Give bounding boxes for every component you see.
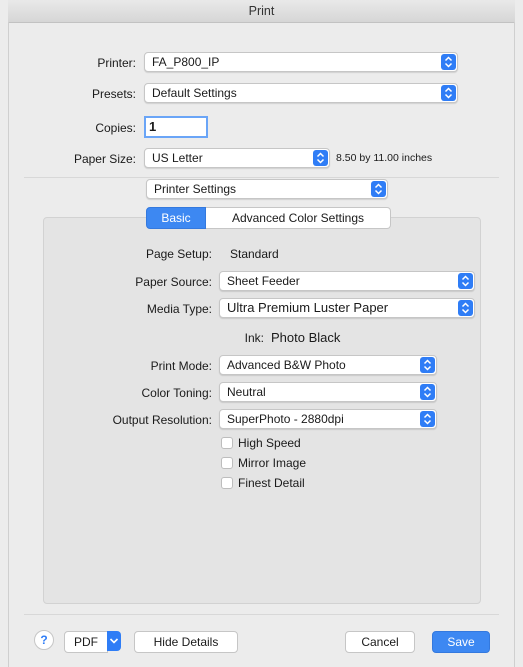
paper-size-label: Paper Size:	[73, 152, 136, 166]
divider	[24, 177, 499, 178]
copies-label: Copies:	[95, 121, 136, 135]
color-toning-popup[interactable]: Neutral	[219, 382, 437, 402]
paper-source-popup[interactable]: Sheet Feeder	[219, 271, 475, 291]
window-title: Print	[8, 0, 515, 23]
page-setup-label: Page Setup:	[145, 247, 212, 261]
print-dialog: Print Printer: FA_P800_IP Presets: Defau…	[0, 0, 523, 667]
high-speed-label: High Speed	[238, 436, 301, 450]
printer-popup[interactable]: FA_P800_IP	[144, 52, 458, 72]
paper-size-value: US Letter	[152, 151, 203, 165]
printer-value: FA_P800_IP	[152, 55, 220, 69]
updown-chevron-icon	[313, 150, 328, 166]
mirror-image-label: Mirror Image	[238, 456, 307, 470]
section-value: Printer Settings	[154, 182, 237, 196]
checkbox-box[interactable]	[221, 477, 233, 489]
tab-basic[interactable]: Basic	[146, 207, 206, 229]
color-toning-value: Neutral	[227, 385, 266, 399]
updown-chevron-icon	[371, 181, 386, 197]
ink-label: Ink:	[244, 331, 264, 345]
print-mode-popup[interactable]: Advanced B&W Photo	[219, 355, 437, 375]
high-speed-checkbox[interactable]: High Speed	[221, 436, 381, 452]
mirror-image-checkbox[interactable]: Mirror Image	[221, 456, 381, 472]
print-mode-value: Advanced B&W Photo	[227, 358, 346, 372]
paper-source-value: Sheet Feeder	[227, 274, 300, 288]
paper-size-dimensions: 8.50 by 11.00 inches	[336, 152, 433, 164]
cancel-button[interactable]: Cancel	[345, 631, 415, 653]
hide-details-button[interactable]: Hide Details	[134, 631, 238, 653]
question-icon: ?	[40, 633, 48, 647]
color-toning-label: Color Toning:	[141, 386, 213, 400]
presets-popup[interactable]: Default Settings	[144, 83, 458, 103]
media-type-label: Media Type:	[146, 302, 212, 316]
updown-chevron-icon	[458, 273, 473, 289]
window-border-left	[8, 22, 9, 667]
pdf-button[interactable]: PDF	[64, 631, 108, 653]
tab-advanced-color-settings[interactable]: Advanced Color Settings	[206, 207, 391, 229]
copies-field[interactable]: 1	[144, 116, 208, 138]
presets-value: Default Settings	[152, 86, 237, 100]
pdf-menu-button[interactable]	[107, 631, 121, 651]
checkbox-box[interactable]	[221, 437, 233, 449]
updown-chevron-icon	[441, 54, 456, 70]
updown-chevron-icon	[420, 384, 435, 400]
paper-size-popup[interactable]: US Letter	[144, 148, 330, 168]
updown-chevron-icon	[441, 85, 456, 101]
printer-label: Printer:	[97, 56, 136, 70]
divider	[24, 614, 499, 615]
media-type-value: Ultra Premium Luster Paper	[227, 300, 389, 315]
help-button[interactable]: ?	[34, 630, 54, 650]
finest-detail-checkbox[interactable]: Finest Detail	[221, 476, 381, 492]
section-popup[interactable]: Printer Settings	[146, 179, 388, 199]
window-border-right	[514, 22, 515, 667]
page-setup-value: Standard	[230, 247, 279, 261]
ink-value: Photo Black	[271, 330, 341, 345]
save-button[interactable]: Save	[432, 631, 490, 653]
paper-source-label: Paper Source:	[135, 275, 212, 289]
media-type-popup[interactable]: Ultra Premium Luster Paper	[219, 298, 475, 318]
output-resolution-popup[interactable]: SuperPhoto - 2880dpi	[219, 409, 437, 429]
checkbox-box[interactable]	[221, 457, 233, 469]
output-resolution-label: Output Resolution:	[112, 413, 212, 427]
updown-chevron-icon	[420, 411, 435, 427]
updown-chevron-icon	[420, 357, 435, 373]
chevron-down-icon	[109, 638, 119, 644]
finest-detail-label: Finest Detail	[238, 476, 305, 490]
presets-label: Presets:	[91, 87, 136, 101]
print-mode-label: Print Mode:	[150, 359, 212, 373]
updown-chevron-icon	[458, 300, 473, 316]
output-resolution-value: SuperPhoto - 2880dpi	[227, 412, 344, 426]
